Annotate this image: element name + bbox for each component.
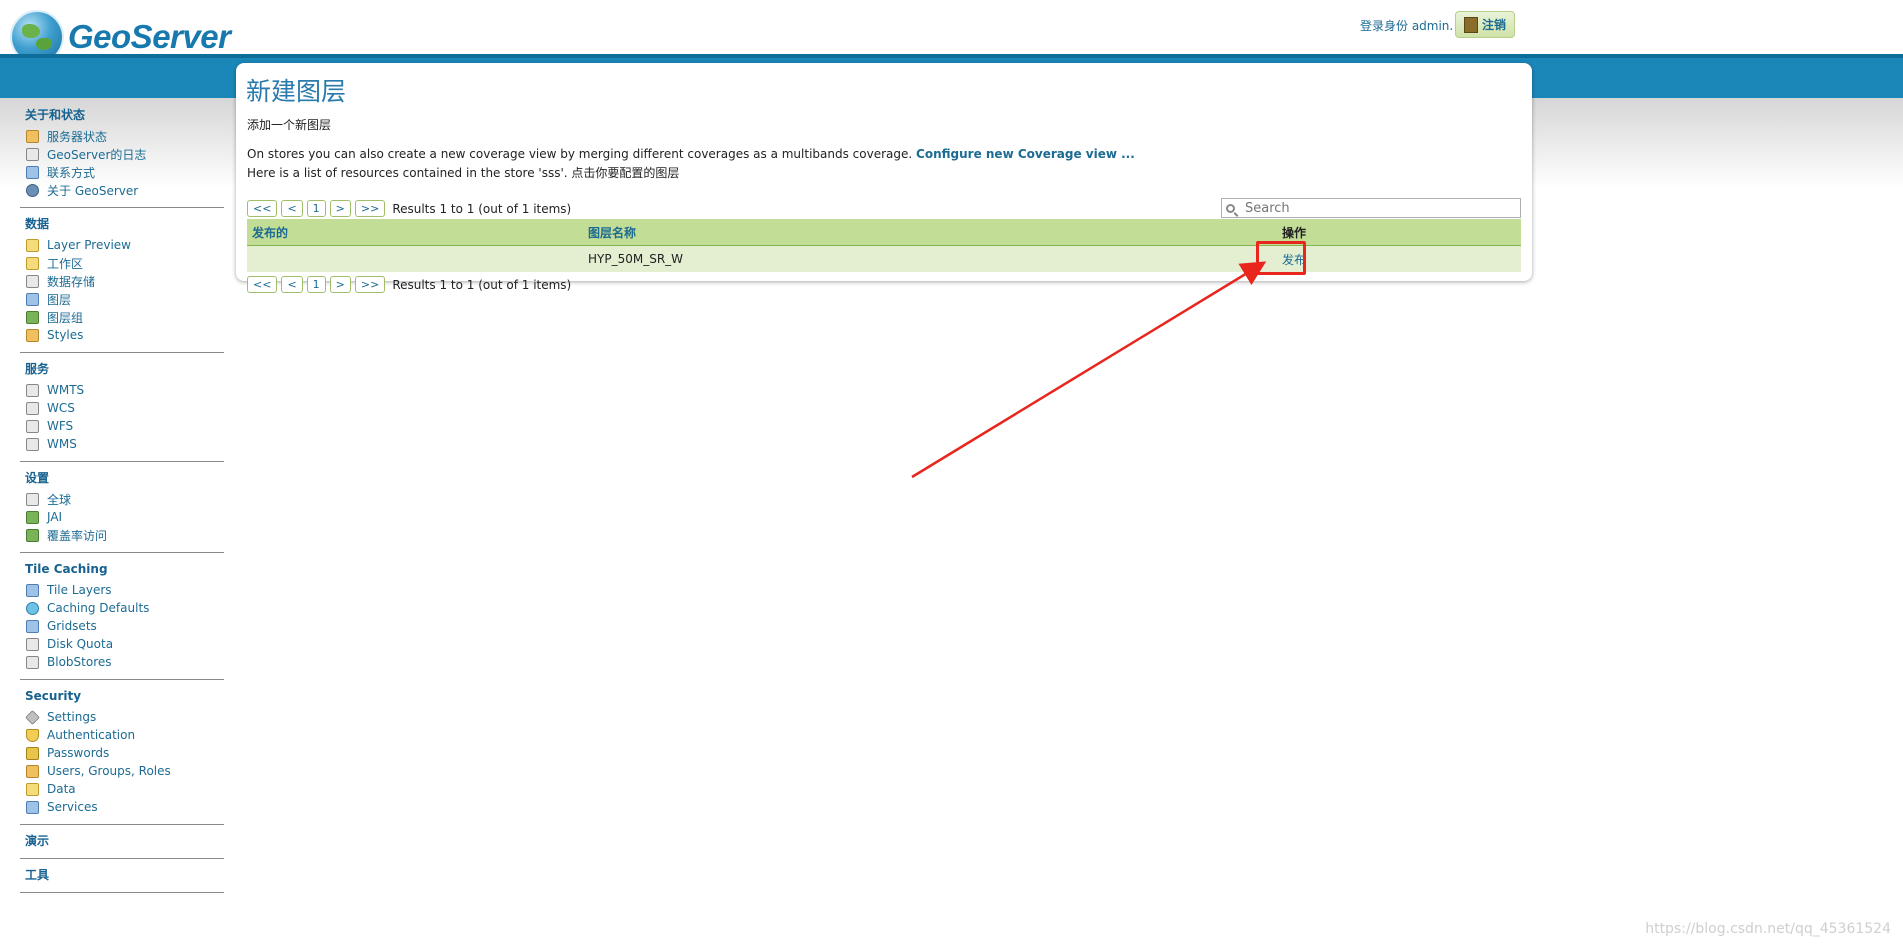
watermark-text: https://blog.csdn.net/qq_45361524 [1645,921,1891,937]
annotation-arrow [911,261,1267,479]
